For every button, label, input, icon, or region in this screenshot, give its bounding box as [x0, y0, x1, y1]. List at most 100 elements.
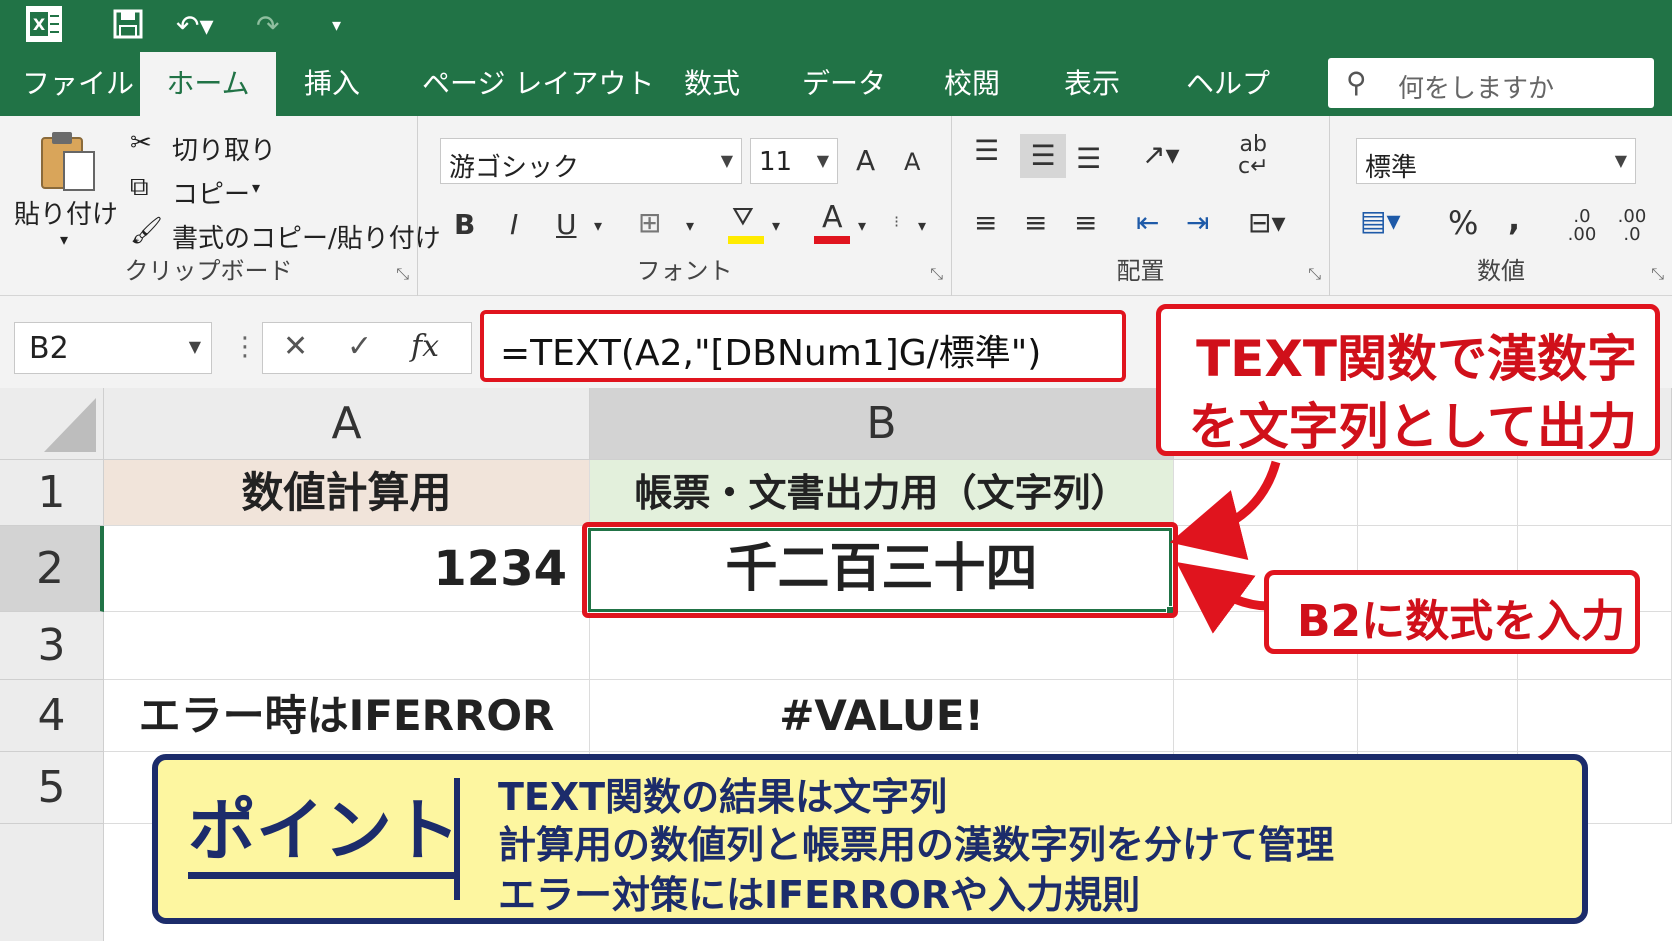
shrink-font-button[interactable]: A [904, 148, 920, 176]
row-header-2[interactable]: 2 [0, 526, 104, 612]
row-header-1[interactable]: 1 [0, 460, 104, 526]
formula-input[interactable]: =TEXT(A2,"[DBNum1]G/標準") [480, 310, 1126, 382]
cut-label: 切り取り [172, 136, 277, 166]
redo-icon[interactable]: ↷ [256, 8, 279, 44]
tab-page-layout[interactable]: ページ レイアウト [408, 52, 668, 116]
name-box[interactable]: B2 ▼ [14, 322, 212, 374]
comma-style-button[interactable]: , [1508, 200, 1520, 238]
cell-d4[interactable] [1358, 680, 1518, 752]
cell-e1[interactable] [1518, 460, 1672, 526]
search-placeholder: 何をしますか [1398, 74, 1555, 104]
cell-b3[interactable] [590, 612, 1174, 680]
cell-a1[interactable]: 数値計算用 [104, 460, 590, 526]
fill-color-icon[interactable]: ⛛ [728, 202, 764, 246]
align-left-icon[interactable]: ≡ [974, 206, 997, 239]
cell-a4[interactable]: エラー時はIFERROR [104, 680, 590, 752]
customize-icon[interactable]: ▾ [332, 8, 341, 44]
select-all-corner[interactable] [0, 388, 104, 460]
font-name-dropdown[interactable]: 游ゴシック ▼ [440, 138, 742, 184]
align-bottom-icon[interactable]: ☰ [1076, 142, 1101, 175]
cell-a3[interactable] [104, 612, 590, 680]
tab-data[interactable]: データ [788, 52, 900, 116]
cell-a2[interactable]: 1234 [104, 526, 590, 612]
chevron-down-icon[interactable]: ▾ [594, 216, 602, 235]
tab-view[interactable]: 表示 [1050, 52, 1134, 116]
save-icon[interactable] [112, 8, 144, 49]
tab-home[interactable]: ホーム [140, 52, 276, 116]
formula-callout-line-2: を文字列として出力 [1188, 398, 1638, 456]
font-size-dropdown[interactable]: 11 ▼ [750, 138, 838, 184]
tab-review[interactable]: 校閲 [930, 52, 1014, 116]
tab-file[interactable]: ファイル [8, 52, 148, 116]
decrease-decimal-button[interactable]: .00 .0 [1612, 208, 1652, 244]
search-box[interactable]: ⚲ 何をしますか [1328, 58, 1654, 108]
cut-button[interactable]: ✂ 切り取り [130, 126, 410, 166]
row-header-3[interactable]: 3 [0, 612, 104, 680]
cell-d1[interactable] [1358, 460, 1518, 526]
paste-label: 貼り付け [14, 200, 119, 230]
merge-center-icon[interactable]: ⊟▾ [1248, 206, 1286, 239]
dialog-launcher-icon[interactable]: ⤡ [396, 264, 409, 284]
spreadsheet-grid: A B 1 2 3 4 5 数値計算用 帳票・文書出力用（文字列） 1234 千… [0, 388, 1672, 941]
increase-decimal-button[interactable]: .0 .00 [1562, 208, 1602, 244]
more-icon[interactable]: ⋮ [232, 332, 258, 362]
scissors-icon: ✂ [130, 128, 152, 158]
chevron-down-icon: ▼ [816, 151, 829, 170]
chevron-down-icon: ▾ [252, 178, 261, 197]
align-center-icon[interactable]: ≡ [1024, 206, 1047, 239]
orientation-icon[interactable]: ↗▾ [1142, 138, 1180, 171]
chevron-down-icon[interactable]: ▾ [858, 216, 866, 235]
copy-button[interactable]: ⧉ コピー ▾ [130, 170, 410, 210]
phonetic-icon[interactable]: ⁝ [894, 212, 899, 231]
wrap-text-icon[interactable]: ab c↵ [1238, 134, 1269, 178]
dialog-launcher-icon[interactable]: ⤡ [1308, 264, 1321, 284]
italic-button[interactable]: I [510, 208, 518, 241]
percent-button[interactable]: % [1448, 204, 1478, 242]
column-header-b[interactable]: B [590, 388, 1174, 460]
align-top-icon[interactable]: ☰ [974, 134, 999, 167]
paste-icon [41, 132, 95, 191]
cell-b4[interactable]: #VALUE! [590, 680, 1174, 752]
borders-icon[interactable]: ⊞ [638, 206, 661, 239]
number-group-label: 数値 [1477, 257, 1525, 285]
bold-button[interactable]: B [454, 208, 475, 241]
underline-button[interactable]: U [556, 208, 577, 241]
accounting-format-icon[interactable]: ▤▾ [1360, 204, 1401, 237]
increase-indent-icon[interactable]: ⇥ [1186, 206, 1209, 239]
dialog-launcher-icon[interactable]: ⤡ [1651, 264, 1664, 284]
dialog-launcher-icon[interactable]: ⤡ [930, 264, 943, 284]
name-box-value: B2 [29, 331, 69, 366]
chevron-down-icon[interactable]: ▾ [772, 216, 780, 235]
chevron-down-icon: ▼ [720, 151, 733, 170]
format-painter-button[interactable]: 🖌 書式のコピー/貼り付け [130, 214, 441, 254]
column-header-a[interactable]: A [104, 388, 590, 460]
chevron-down-icon[interactable]: ▾ [918, 216, 926, 235]
chevron-down-icon[interactable]: ▾ [686, 216, 694, 235]
row-header-6[interactable] [0, 824, 104, 941]
ribbon-tabs: ファイル ホーム 挿入 ページ レイアウト 数式 データ 校閲 表示 ヘルプ ⚲… [0, 52, 1672, 116]
font-color-icon[interactable]: A [814, 200, 850, 246]
cell-e4[interactable] [1518, 680, 1672, 752]
tab-insert[interactable]: 挿入 [290, 52, 374, 116]
decrease-indent-icon[interactable]: ⇤ [1136, 206, 1159, 239]
undo-icon[interactable]: ↶▾ [176, 8, 214, 44]
tab-help[interactable]: ヘルプ [1172, 52, 1284, 116]
grow-font-button[interactable]: A [856, 144, 875, 177]
cell-callout: B2に数式を入力 [1264, 570, 1640, 654]
fx-icon[interactable]: fx [411, 329, 439, 364]
enter-icon[interactable]: ✓ [347, 329, 372, 364]
cell-c1[interactable] [1174, 460, 1358, 526]
clipboard-group-label: クリップボード [124, 257, 293, 285]
row-header-4[interactable]: 4 [0, 680, 104, 752]
point-divider [454, 778, 460, 900]
number-format-dropdown[interactable]: 標準 ▼ [1356, 138, 1636, 184]
cell-c4[interactable] [1174, 680, 1358, 752]
align-middle-icon[interactable]: ☰ [1020, 134, 1066, 178]
copy-label: コピー [172, 180, 251, 210]
cell-b1[interactable]: 帳票・文書出力用（文字列） [590, 460, 1174, 526]
row-header-5[interactable]: 5 [0, 752, 104, 824]
align-right-icon[interactable]: ≡ [1074, 206, 1097, 239]
tab-formulas[interactable]: 数式 [670, 52, 754, 116]
paste-button[interactable]: 貼り付け ▾ [14, 130, 120, 250]
cancel-icon[interactable]: ✕ [283, 329, 308, 364]
